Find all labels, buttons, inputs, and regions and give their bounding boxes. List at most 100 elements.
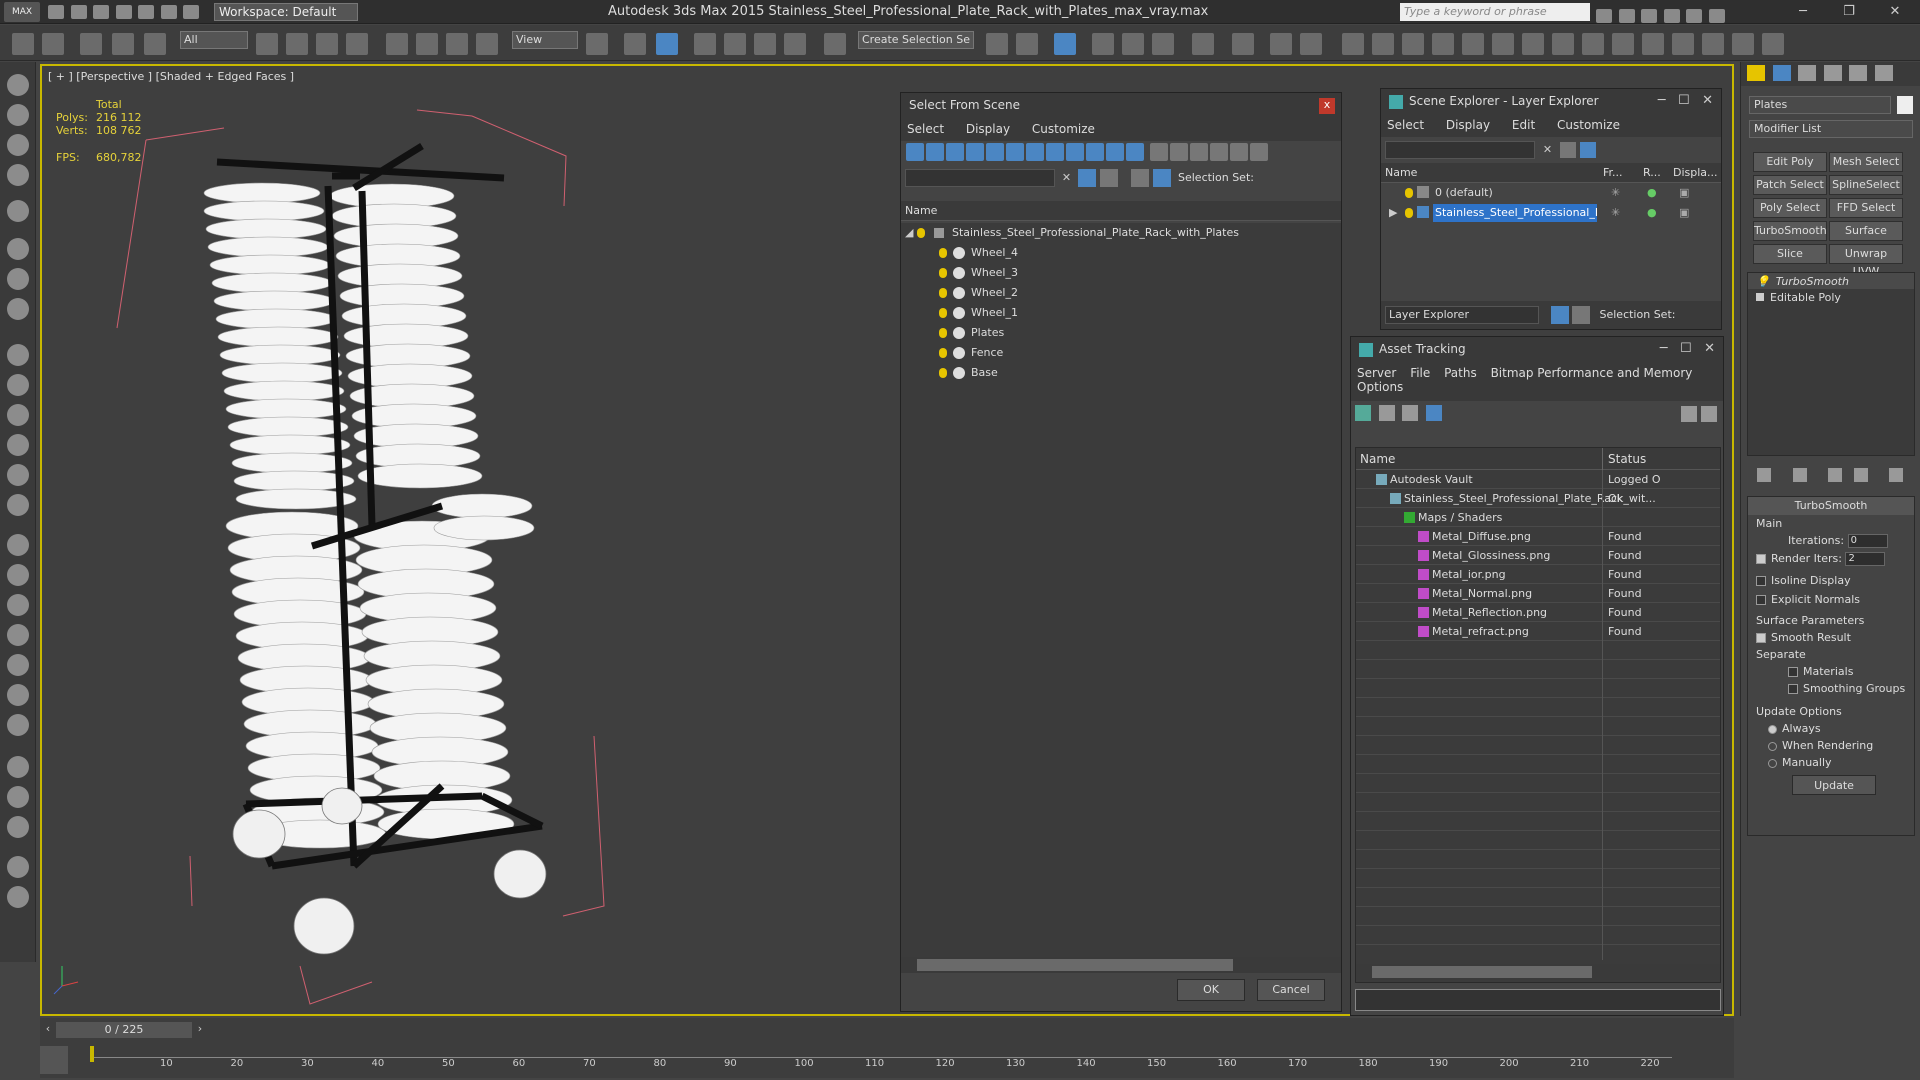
vray-frame-buffer-icon[interactable] bbox=[1612, 33, 1634, 55]
update-button[interactable]: Update bbox=[1792, 775, 1876, 795]
display-xrefs-icon[interactable] bbox=[1046, 143, 1064, 161]
tree-item[interactable]: Fence bbox=[901, 343, 1341, 363]
when-rendering-radio[interactable] bbox=[1768, 741, 1777, 751]
scrollbar-thumb[interactable] bbox=[1372, 966, 1592, 978]
make-unique-icon[interactable] bbox=[1828, 468, 1842, 482]
undo-icon[interactable] bbox=[12, 33, 34, 55]
window-crossing-icon[interactable] bbox=[346, 33, 368, 55]
car-icon[interactable] bbox=[1402, 33, 1424, 55]
scrollbar-thumb[interactable] bbox=[917, 959, 1233, 971]
render-setup-icon[interactable] bbox=[1270, 33, 1292, 55]
percent-snap-icon[interactable] bbox=[754, 33, 776, 55]
mirror-icon[interactable] bbox=[986, 33, 1008, 55]
tree-view-icon[interactable] bbox=[1402, 405, 1418, 421]
unwrap-uvw-button[interactable]: Unwrap UVW bbox=[1829, 244, 1903, 278]
exchange-icon[interactable] bbox=[1686, 9, 1702, 23]
menu-edit[interactable]: Edit bbox=[1512, 118, 1535, 132]
table-view-icon[interactable] bbox=[1425, 405, 1442, 421]
help-icon[interactable] bbox=[1708, 9, 1725, 23]
hierarchy-tab-icon[interactable] bbox=[1798, 65, 1816, 81]
project-folder-icon[interactable] bbox=[160, 5, 177, 19]
col-frozen[interactable]: Fr... bbox=[1603, 166, 1623, 179]
display-frozen-icon[interactable] bbox=[1106, 143, 1124, 161]
rollout-title[interactable]: TurboSmooth bbox=[1748, 497, 1914, 515]
surface-select-button[interactable]: Surface Select bbox=[1829, 221, 1903, 255]
show-end-result-icon[interactable] bbox=[1792, 468, 1807, 482]
named-selection-dropdown[interactable]: Create Selection Se bbox=[858, 31, 974, 49]
col-name[interactable]: Name bbox=[1385, 166, 1417, 179]
pin-stack-icon[interactable] bbox=[1757, 468, 1771, 482]
teapot-icon[interactable] bbox=[7, 494, 29, 516]
refresh-icon[interactable] bbox=[1355, 405, 1371, 421]
create-icon[interactable] bbox=[7, 74, 29, 96]
object-name-field[interactable]: Plates bbox=[1749, 96, 1891, 114]
clear-search-icon[interactable]: ✕ bbox=[1059, 171, 1075, 184]
modify-icon[interactable] bbox=[7, 104, 29, 126]
col-divider[interactable] bbox=[1602, 448, 1603, 470]
display-all-icon[interactable] bbox=[1149, 143, 1168, 161]
render-icon[interactable] bbox=[1492, 33, 1514, 55]
close-icon[interactable]: x bbox=[1319, 98, 1335, 114]
vray-proxy-icon[interactable] bbox=[1702, 33, 1724, 55]
horizontal-scrollbar[interactable] bbox=[1356, 964, 1720, 980]
tree-item[interactable]: Base bbox=[901, 363, 1341, 383]
plane-icon[interactable] bbox=[7, 344, 29, 366]
vray-plane-icon[interactable] bbox=[1762, 33, 1784, 55]
keyboard-shortcut-override-icon[interactable] bbox=[656, 33, 678, 55]
sphere-icon[interactable] bbox=[1372, 33, 1394, 55]
close-icon[interactable]: ✕ bbox=[1704, 341, 1715, 356]
display-none-icon[interactable] bbox=[1169, 143, 1188, 161]
cone-icon[interactable] bbox=[7, 434, 29, 456]
display-box-icon[interactable]: ▣ bbox=[1679, 206, 1689, 219]
poly-select-button[interactable]: Poly Select bbox=[1753, 198, 1827, 218]
render-iters-checkbox[interactable] bbox=[1756, 554, 1766, 564]
display-tab-icon[interactable] bbox=[1849, 65, 1867, 81]
explicit-normals-checkbox[interactable] bbox=[1756, 595, 1766, 605]
rope-icon[interactable] bbox=[7, 714, 29, 736]
rotate-icon[interactable] bbox=[416, 33, 438, 55]
shapes-icon[interactable] bbox=[7, 268, 29, 290]
expand-icon[interactable] bbox=[1756, 293, 1764, 301]
remove-modifier-icon[interactable] bbox=[1853, 468, 1868, 482]
collapse-icon[interactable] bbox=[1249, 143, 1268, 161]
clear-search-icon[interactable]: ✕ bbox=[1539, 143, 1557, 156]
layers-icon[interactable] bbox=[1550, 306, 1569, 324]
snaps-toggle-icon[interactable] bbox=[694, 33, 716, 55]
script-icon[interactable] bbox=[7, 856, 29, 878]
minimize-icon[interactable]: ─ bbox=[1658, 93, 1666, 108]
select-manipulate-icon[interactable] bbox=[624, 33, 646, 55]
asset-row[interactable]: Metal_Normal.png Found bbox=[1356, 584, 1720, 603]
sphere-icon[interactable] bbox=[7, 404, 29, 426]
grass-icon[interactable] bbox=[7, 654, 29, 676]
turbosmooth-button[interactable]: TurboSmooth bbox=[1753, 221, 1827, 241]
isoline-checkbox[interactable] bbox=[1756, 576, 1766, 586]
cancel-button[interactable]: Cancel bbox=[1257, 979, 1325, 1001]
select-object-icon[interactable] bbox=[256, 33, 278, 55]
display-hidden-icon[interactable] bbox=[1126, 143, 1144, 161]
undo-icon[interactable] bbox=[115, 5, 132, 19]
smooth-result-checkbox[interactable] bbox=[1756, 633, 1766, 643]
smoothing-groups-checkbox[interactable] bbox=[1788, 684, 1798, 694]
render-iters-spinner[interactable]: 2 bbox=[1845, 552, 1886, 566]
minimize-icon[interactable]: ─ bbox=[1788, 2, 1818, 22]
minimize-icon[interactable]: ─ bbox=[1660, 341, 1668, 356]
reference-coordinate-dropdown[interactable]: View bbox=[512, 31, 578, 49]
atom-icon[interactable] bbox=[7, 564, 29, 586]
box-icon[interactable] bbox=[7, 374, 29, 396]
binoculars-icon[interactable] bbox=[1596, 9, 1612, 23]
col-render[interactable]: R... bbox=[1643, 166, 1661, 179]
utilities-tab-icon[interactable] bbox=[1874, 65, 1893, 81]
plate-rack-wireframe[interactable] bbox=[42, 66, 902, 1016]
ok-button[interactable]: OK bbox=[1177, 979, 1245, 1001]
display-groups-icon[interactable] bbox=[1026, 143, 1044, 161]
menu-bitmap-performance[interactable]: Bitmap Performance and Memory bbox=[1491, 366, 1693, 380]
create-tab-icon[interactable] bbox=[1747, 65, 1765, 81]
settings-icon[interactable] bbox=[183, 5, 199, 19]
modifier-list-dropdown[interactable]: Modifier List bbox=[1749, 120, 1913, 138]
schematic-view-icon[interactable] bbox=[1192, 33, 1214, 55]
asset-path-field[interactable] bbox=[1355, 989, 1721, 1011]
redo-icon[interactable] bbox=[138, 5, 154, 19]
col-status[interactable]: Status bbox=[1608, 448, 1646, 470]
menu-options[interactable]: Options bbox=[1357, 380, 1403, 394]
render-teapot-icon[interactable]: ● bbox=[1647, 206, 1657, 219]
